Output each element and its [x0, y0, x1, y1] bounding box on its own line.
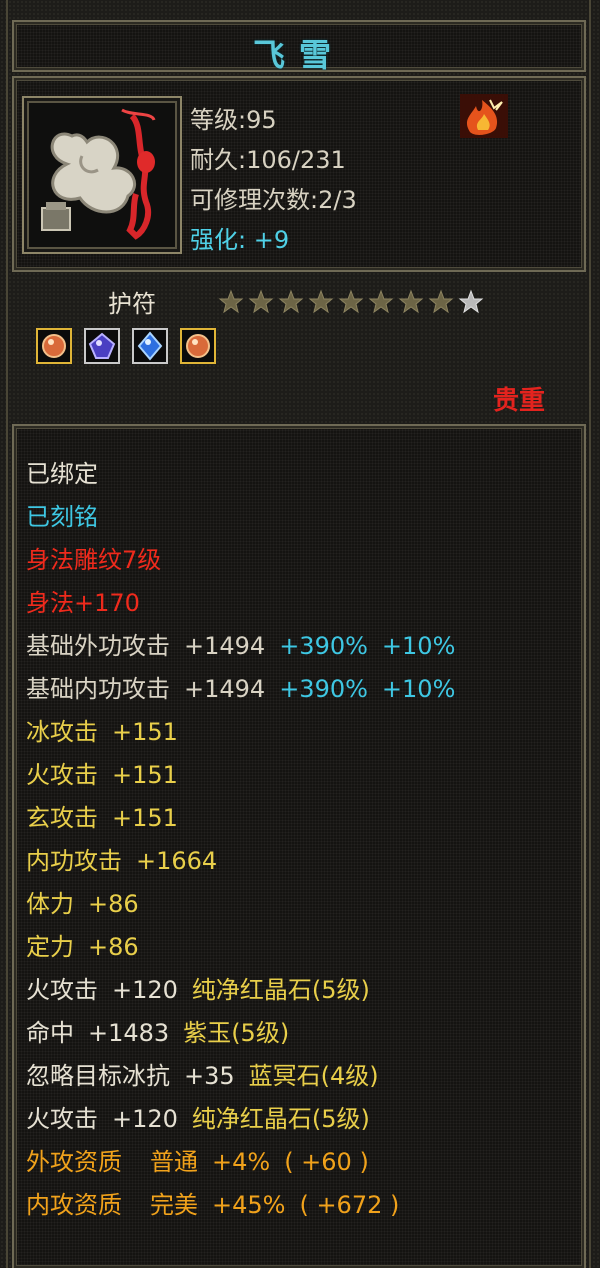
focus-line: 定力 +86 [26, 927, 139, 962]
engraved-status: 已刻铭 [26, 503, 98, 531]
mystic-attack-value: +151 [112, 804, 178, 832]
rarity-label: 贵重 [493, 386, 546, 416]
socket-gem-red-2[interactable] [180, 328, 216, 364]
gem4-stat: 火攻击 [26, 1105, 98, 1133]
inner-attack-value: +1664 [136, 847, 218, 875]
aptitude-internal-grade: 完美 [150, 1191, 198, 1219]
enhance-line: 强化: +9 [190, 220, 289, 255]
star-filled-icon [338, 289, 364, 314]
aptitude-external-value: ( +60 ) [284, 1148, 369, 1176]
gem1-value: +120 [112, 976, 178, 1004]
star-filled-icon [308, 289, 334, 314]
ice-attack-line: 冰攻击 +151 [26, 712, 178, 747]
inner-attack-line: 内功攻击 +1664 [26, 841, 217, 876]
gem2-value: +1483 [88, 1019, 170, 1047]
ice-attack-label: 冰攻击 [26, 718, 98, 746]
aptitude-internal-label: 内攻资质 [26, 1191, 122, 1219]
ext-attack-pct: +390% [279, 632, 368, 660]
fire-attack-value: +151 [112, 761, 178, 789]
gem4-name: 纯净红晶石 [191, 1105, 312, 1133]
gem1-name: 纯净红晶石 [191, 976, 312, 1004]
ext-attack-line: 基础外功攻击 +1494 +390% +10% [26, 626, 455, 661]
stamina-label: 体力 [26, 890, 74, 918]
gem1-level: (5级) [311, 976, 370, 1004]
gem2-stat: 命中 [26, 1019, 74, 1047]
level-label: 等级: [190, 106, 247, 134]
gem3-line: 忽略目标冰抗 +35 蓝冥石(4级) [26, 1056, 379, 1091]
star-filled-icon [398, 289, 424, 314]
enhance-value: +9 [253, 226, 290, 254]
amulet-item-icon [32, 106, 172, 244]
repair-value: 2/3 [318, 186, 357, 214]
focus-label: 定力 [26, 933, 74, 961]
socket-gem-blue[interactable] [132, 328, 168, 364]
int-attack-pct2: +10% [381, 675, 456, 703]
gem3-level: (4级) [320, 1062, 379, 1090]
int-attack-pct: +390% [279, 675, 368, 703]
socket-gem-purple[interactable] [84, 328, 120, 364]
aptitude-external-pct: +4% [212, 1148, 271, 1176]
fire-attack-line: 火攻击 +151 [26, 755, 178, 790]
mystic-attack-label: 玄攻击 [26, 804, 98, 832]
star-filled-icon [218, 289, 244, 314]
inner-attack-label: 内功攻击 [26, 847, 122, 875]
ext-attack-value: +1494 [184, 632, 266, 660]
gem2-line: 命中 +1483 紫玉(5级) [26, 1013, 289, 1048]
aptitude-external-grade: 普通 [150, 1148, 198, 1176]
ice-attack-value: +151 [112, 718, 178, 746]
durability-value: 106/231 [246, 146, 346, 174]
gem2-level: (5级) [231, 1019, 290, 1047]
gem3-stat: 忽略目标冰抗 [26, 1062, 170, 1090]
agility-attribute: 身法+170 [26, 589, 140, 617]
level-line: 等级:95 [190, 100, 277, 135]
fire-attribute-icon [460, 94, 508, 138]
durability-label: 耐久: [190, 146, 247, 174]
ext-attack-label: 基础外功攻击 [26, 632, 170, 660]
gem3-value: +35 [184, 1062, 235, 1090]
bound-status: 已绑定 [26, 460, 98, 488]
aptitude-external-label: 外攻资质 [26, 1148, 122, 1176]
gem1-stat: 火攻击 [26, 976, 98, 1004]
aptitude-internal-pct: +45% [212, 1191, 286, 1219]
amulet-label: 护符 [108, 290, 156, 318]
mystic-attack-line: 玄攻击 +151 [26, 798, 178, 833]
star-empty-icon [458, 289, 484, 314]
star-filled-icon [428, 289, 454, 314]
red-gem-icon [186, 334, 210, 358]
gem4-level: (5级) [311, 1105, 370, 1133]
socket-gem-red[interactable] [36, 328, 72, 364]
focus-value: +86 [88, 933, 139, 961]
star-filled-icon [368, 289, 394, 314]
int-attack-value: +1494 [184, 675, 266, 703]
stamina-value: +86 [88, 890, 139, 918]
stamina-line: 体力 +86 [26, 884, 139, 919]
star-filled-icon [278, 289, 304, 314]
level-value: 95 [246, 106, 277, 134]
repair-line: 可修理次数:2/3 [190, 180, 357, 215]
repair-label: 可修理次数: [190, 186, 319, 214]
item-name: 飞雪 [252, 36, 345, 74]
aptitude-external-line: 外攻资质 普通 +4% ( +60 ) [26, 1142, 369, 1177]
item-icon-frame [22, 96, 182, 254]
gem1-line: 火攻击 +120 纯净红晶石(5级) [26, 970, 370, 1005]
fire-attack-label: 火攻击 [26, 761, 98, 789]
durability-line: 耐久:106/231 [190, 140, 346, 175]
aptitude-internal-value: ( +672 ) [299, 1191, 400, 1219]
gem4-value: +120 [112, 1105, 178, 1133]
enhance-label: 强化: [190, 226, 247, 254]
int-attack-label: 基础内功攻击 [26, 675, 170, 703]
red-gem-icon [42, 334, 66, 358]
purple-gem-icon [88, 332, 116, 359]
aptitude-internal-line: 内攻资质 完美 +45% ( +672 ) [26, 1185, 399, 1220]
gem2-name: 紫玉 [183, 1019, 232, 1047]
gem4-line: 火攻击 +120 纯净红晶石(5级) [26, 1099, 370, 1134]
ext-attack-pct2: +10% [381, 632, 456, 660]
gem3-name: 蓝冥石 [248, 1062, 321, 1090]
blue-gem-icon [137, 331, 163, 361]
carve-attribute: 身法雕纹7级 [26, 546, 162, 574]
star-filled-icon [248, 289, 274, 314]
int-attack-line: 基础内功攻击 +1494 +390% +10% [26, 669, 455, 704]
title-bar: 飞雪 [12, 20, 586, 74]
